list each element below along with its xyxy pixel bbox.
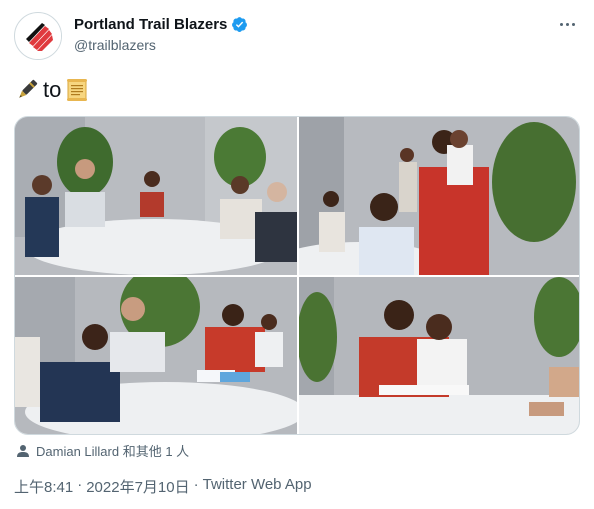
pen-icon: [19, 79, 38, 98]
author-display-name[interactable]: Portland Trail Blazers: [74, 16, 227, 33]
tagged-people-text: Damian Lillard 和其他 1 人: [36, 444, 190, 459]
tweet-text: to: [14, 74, 90, 106]
author-handle[interactable]: @trailblazers: [74, 37, 156, 53]
tweet-source[interactable]: Twitter Web App: [203, 476, 312, 497]
photo-3-image: [15, 277, 297, 434]
more-options-icon[interactable]: [554, 14, 580, 34]
avatar[interactable]: [14, 12, 62, 60]
person-icon: [17, 444, 29, 457]
photo-1-image: [15, 117, 297, 275]
author-name-row: Portland Trail Blazers: [74, 16, 248, 33]
meta-separator-1: ·: [77, 476, 83, 493]
photo-4-image: [299, 277, 579, 434]
trail-blazers-pinwheel-logo-icon: [16, 14, 61, 59]
photo-2[interactable]: [299, 117, 579, 275]
tweet-time[interactable]: 上午8:41: [14, 476, 73, 497]
tagged-people[interactable]: Damian Lillard 和其他 1 人: [16, 441, 189, 460]
scroll-icon: [67, 79, 88, 101]
tweet-header: Portland Trail Blazers @trailblazers: [14, 12, 580, 62]
tweet-date[interactable]: 2022年7月10日: [86, 476, 189, 497]
photo-2-image: [299, 117, 579, 275]
tweet-metadata: 上午8:41 · 2022年7月10日 · Twitter Web App: [14, 476, 312, 497]
media-grid: [14, 116, 580, 435]
photo-4[interactable]: [299, 277, 579, 434]
photo-1[interactable]: [15, 117, 297, 275]
verified-badge-icon: [232, 17, 248, 32]
tweet-body-text: to: [43, 77, 62, 102]
photo-3[interactable]: [15, 277, 297, 434]
meta-separator-2: ·: [193, 476, 199, 493]
